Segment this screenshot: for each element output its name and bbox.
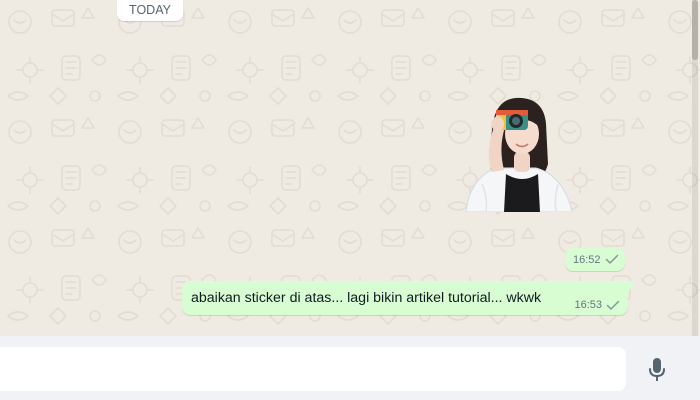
- single-check-icon: [605, 254, 618, 264]
- sticker-time: 16:52: [573, 253, 601, 266]
- message-composer: [0, 336, 700, 400]
- message-meta: 16:53: [574, 299, 620, 311]
- message-time: 16:53: [574, 299, 602, 311]
- microphone-icon: [649, 358, 665, 381]
- chat-panel: TODAY 16:52 abaikan sticker di atas... l…: [0, 0, 700, 336]
- sticker-message[interactable]: [458, 88, 582, 212]
- single-check-icon: [606, 300, 620, 310]
- chat-scrollbar-thumb[interactable]: [692, 0, 698, 60]
- voice-message-button[interactable]: [640, 356, 674, 384]
- message-input[interactable]: [0, 347, 626, 391]
- date-divider: TODAY: [117, 0, 183, 21]
- bubble-tail: [628, 281, 636, 292]
- sticker-timestamp-badge: 16:52: [565, 248, 625, 271]
- message-text: abaikan sticker di atas... lagi bikin ar…: [191, 290, 542, 306]
- outgoing-message[interactable]: abaikan sticker di atas... lagi bikin ar…: [182, 281, 636, 315]
